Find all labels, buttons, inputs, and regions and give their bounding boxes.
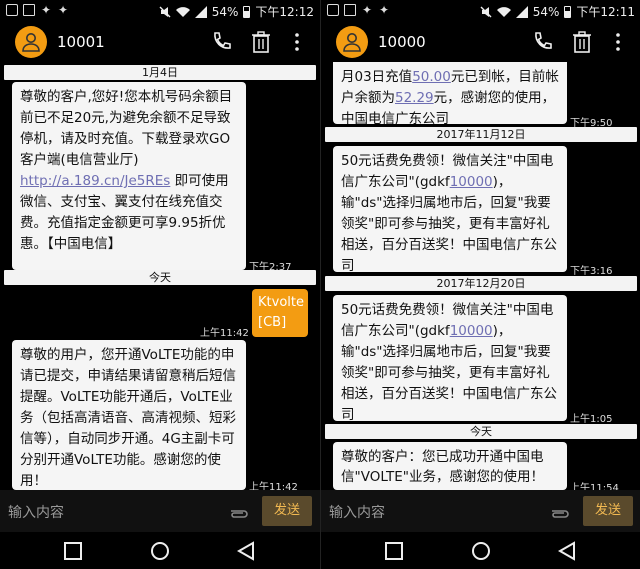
wifi-icon xyxy=(496,6,511,17)
app-bar: 10001 xyxy=(0,22,320,62)
image-icon xyxy=(23,4,35,16)
image-icon xyxy=(344,4,356,16)
back-icon[interactable] xyxy=(557,541,577,561)
attach-icon[interactable] xyxy=(228,502,250,520)
recent-apps-icon[interactable] xyxy=(63,541,83,561)
composer: 输入内容 发送 xyxy=(321,490,640,532)
message-bubble[interactable]: 50元话费免费领！微信关注"中国电信广东公司"(gdkf10000)，输"ds"… xyxy=(333,295,567,423)
date-separator: 2017年11月12日 xyxy=(325,127,637,142)
clock: 下午12:12 xyxy=(255,5,314,19)
message-input[interactable]: 输入内容 xyxy=(8,502,64,522)
message-bubble[interactable]: 尊敬的客户,您好!您本机号码余额目前已不足20元,为避免余额不足导致停机，请及时… xyxy=(12,82,246,270)
clock: 下午12:11 xyxy=(576,5,635,19)
message-link[interactable]: http://a.189.cn/Je5REs xyxy=(20,173,170,189)
mute-icon xyxy=(480,6,492,17)
twitter-icon: ✦ xyxy=(57,3,69,17)
recent-apps-icon[interactable] xyxy=(384,541,404,561)
message-bubble[interactable]: 月03日充值50.00元已到帐，目前帐户余额为52.29元，感谢您的使用，中国电… xyxy=(333,62,567,127)
message-bubble[interactable]: 50元话费免费领！微信关注"中国电信广东公司"(gdkf10000)，输"ds"… xyxy=(333,146,567,274)
status-bar: ✦ ✦ 54% 下午12:11 xyxy=(321,0,640,22)
avatar[interactable] xyxy=(336,26,368,58)
date-separator: 今天 xyxy=(4,270,316,285)
message-thread[interactable]: 1月4日 尊敬的客户,您好!您本机号码余额目前已不足20元,为避免余额不足导致停… xyxy=(0,62,320,490)
call-icon[interactable] xyxy=(210,30,232,54)
chat-icon xyxy=(327,4,339,16)
message-time: 上午11:54 xyxy=(570,483,619,490)
battery-percent: 54% xyxy=(211,4,239,19)
twitter-icon: ✦ xyxy=(361,3,373,17)
left-screen: ✦ ✦ 54% 下午12:12 10001 1月4日 尊敬的客户,您好!您本机号… xyxy=(0,0,320,569)
avatar-icon xyxy=(343,33,361,52)
more-icon[interactable] xyxy=(289,30,305,54)
message-time: 下午3:16 xyxy=(570,266,613,277)
composer: 输入内容 发送 xyxy=(0,490,320,532)
app-bar: 10000 xyxy=(321,22,640,62)
attach-icon[interactable] xyxy=(549,502,571,520)
message-time: 上午11:42 xyxy=(200,328,249,339)
home-icon[interactable] xyxy=(471,541,491,561)
chat-icon xyxy=(6,4,18,16)
date-separator: 2017年12月20日 xyxy=(325,276,637,291)
contact-name: 10001 xyxy=(57,33,105,51)
signal-icon xyxy=(515,5,528,18)
trash-icon[interactable] xyxy=(571,30,593,54)
wifi-icon xyxy=(175,6,190,17)
message-input[interactable]: 输入内容 xyxy=(329,502,385,522)
home-icon[interactable] xyxy=(150,541,170,561)
sent-message-bubble[interactable]: Ktvolte [CB] xyxy=(252,289,308,337)
mute-icon xyxy=(159,6,171,17)
signal-icon xyxy=(194,5,207,18)
right-screen: ✦ ✦ 54% 下午12:11 10000 月03日充值50.00元已到帐，目前… xyxy=(320,0,640,569)
call-icon[interactable] xyxy=(531,30,553,54)
send-button[interactable]: 发送 xyxy=(583,496,633,526)
status-bar: ✦ ✦ 54% 下午12:12 xyxy=(0,0,320,22)
message-bubble[interactable]: 尊敬的客户：您已成功开通中国电信"VOLTE"业务，感谢您的使用！ xyxy=(333,442,567,490)
contact-name: 10000 xyxy=(378,33,426,51)
more-icon[interactable] xyxy=(610,30,626,54)
message-time: 上午1:05 xyxy=(570,414,613,425)
battery-icon xyxy=(564,5,572,18)
trash-icon[interactable] xyxy=(250,30,272,54)
send-button[interactable]: 发送 xyxy=(262,496,312,526)
message-bubble[interactable]: 尊敬的用户，您开通VoLTE功能的申请已提交，申请结果请留意稍后短信提醒。VoL… xyxy=(12,340,246,490)
nav-bar xyxy=(321,532,640,569)
twitter-icon: ✦ xyxy=(40,3,52,17)
nav-bar xyxy=(0,532,320,569)
battery-percent: 54% xyxy=(532,4,560,19)
message-time: 上午11:42 xyxy=(249,482,298,490)
avatar[interactable] xyxy=(15,26,47,58)
message-thread[interactable]: 月03日充值50.00元已到帐，目前帐户余额为52.29元，感谢您的使用，中国电… xyxy=(321,62,640,490)
twitter-icon: ✦ xyxy=(378,3,390,17)
date-separator: 1月4日 xyxy=(4,65,316,80)
date-separator: 今天 xyxy=(325,424,637,439)
avatar-icon xyxy=(22,33,40,52)
battery-icon xyxy=(243,5,251,18)
back-icon[interactable] xyxy=(236,541,256,561)
